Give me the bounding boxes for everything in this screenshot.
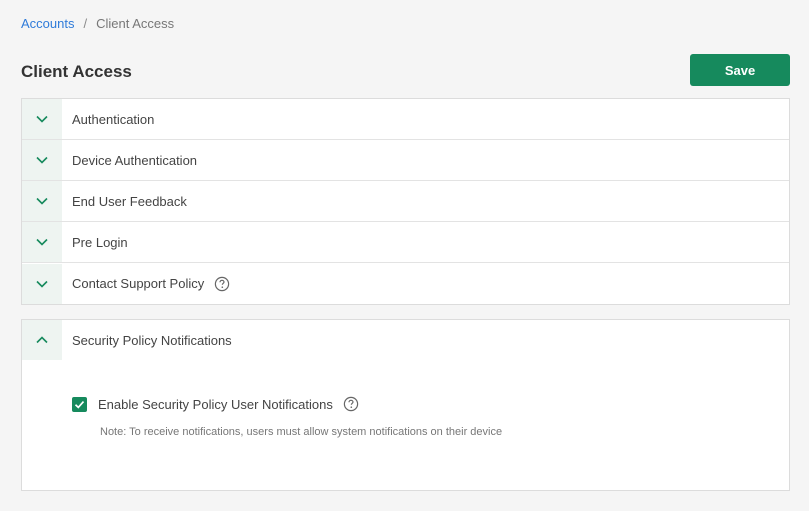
section-label: Security Policy Notifications: [72, 332, 232, 348]
chevron-down-icon[interactable]: [22, 99, 62, 139]
notifications-note: Note: To receive notifications, users mu…: [100, 426, 503, 438]
chevron-up-icon[interactable]: [22, 320, 62, 360]
breadcrumb-current: Client Access: [96, 16, 175, 31]
section-label: Contact Support Policy: [72, 276, 205, 291]
chevron-down-icon[interactable]: [22, 222, 62, 262]
enable-notifications-label[interactable]: Enable Security Policy User Notification…: [98, 397, 333, 412]
section-device-authentication[interactable]: Device Authentication: [22, 140, 789, 181]
save-button[interactable]: Save: [690, 54, 790, 86]
breadcrumb-accounts-link[interactable]: Accounts: [21, 16, 74, 31]
check-icon: [74, 400, 85, 409]
section-label: End User Feedback: [72, 193, 187, 209]
settings-accordion: Authentication Device Authentication End…: [21, 98, 790, 305]
section-pre-login[interactable]: Pre Login: [22, 222, 789, 263]
section-label: Pre Login: [72, 234, 128, 250]
chevron-down-icon[interactable]: [22, 181, 62, 221]
section-end-user-feedback[interactable]: End User Feedback: [22, 181, 789, 222]
section-label: Authentication: [72, 111, 155, 127]
chevron-down-icon[interactable]: [22, 140, 62, 180]
section-contact-support-policy[interactable]: Contact Support Policy: [22, 263, 789, 304]
section-label: Device Authentication: [72, 152, 198, 168]
security-policy-notifications-panel: Security Policy Notifications Enable Sec…: [21, 319, 790, 491]
chevron-down-icon[interactable]: [22, 263, 62, 304]
enable-notifications-checkbox[interactable]: [72, 396, 87, 412]
help-circle-icon[interactable]: [343, 396, 359, 412]
page-title: Client Access: [21, 62, 132, 81]
section-authentication[interactable]: Authentication: [22, 99, 789, 140]
enable-notifications-row: Enable Security Policy User Notification…: [72, 396, 359, 412]
help-circle-icon[interactable]: [214, 276, 230, 292]
section-security-policy-notifications[interactable]: Security Policy Notifications: [22, 320, 789, 360]
breadcrumb-separator: /: [83, 16, 88, 31]
breadcrumb: Accounts / Client Access: [21, 16, 174, 31]
